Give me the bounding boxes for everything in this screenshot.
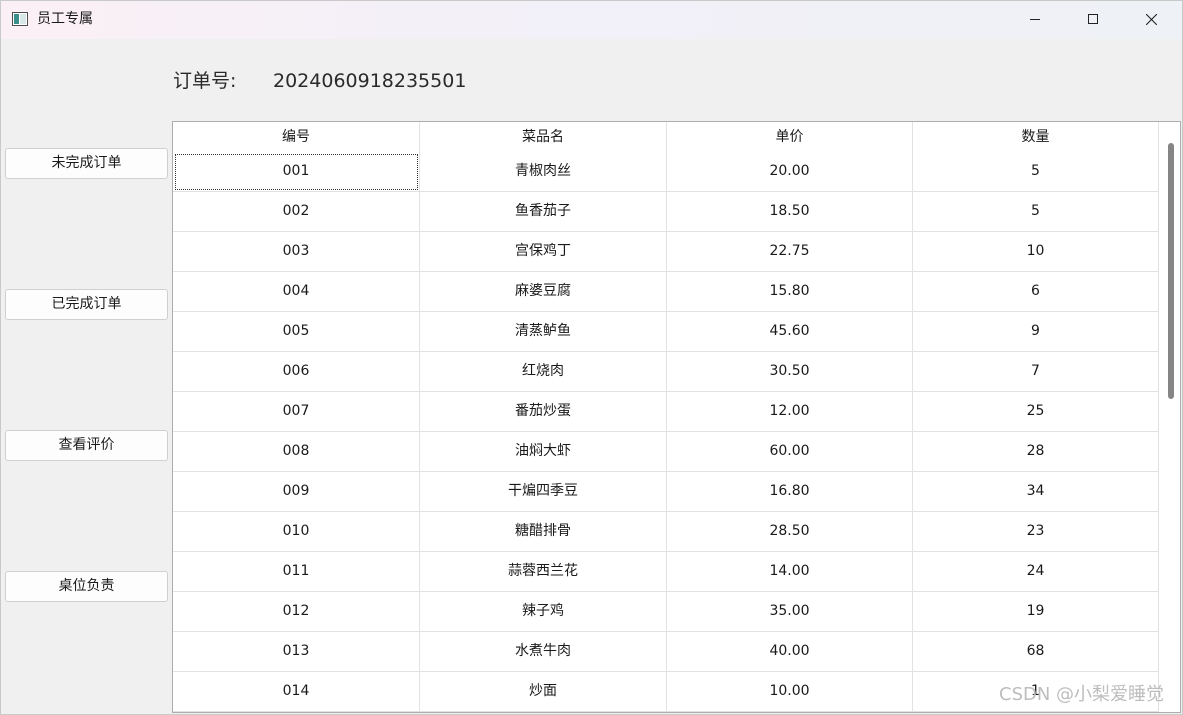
title-bar[interactable]: 员工专属 [1,1,1182,39]
minimize-button[interactable] [1006,1,1064,39]
column-header-id[interactable]: 编号 [173,122,420,152]
table-row[interactable]: 013 水煮牛肉 40.00 68 [173,632,1159,672]
cell-unit-price[interactable]: 16.80 [667,472,913,512]
cell-unit-price[interactable]: 14.00 [667,552,913,592]
order-items-table[interactable]: 编号 菜品名 单价 数量 001 青椒肉丝 20.00 5 002 鱼香茄子 18.50 5 0… [172,121,1181,713]
watermark: CSDN @小梨爱睡觉 [999,684,1165,705]
cell-quantity[interactable]: 68 [913,632,1159,672]
cell-id[interactable]: 005 [173,312,420,352]
cell-id[interactable]: 008 [173,432,420,472]
cell-id[interactable]: 007 [173,392,420,432]
cell-id[interactable]: 003 [173,232,420,272]
scrollbar-thumb[interactable] [1168,143,1174,399]
table-header: 编号 菜品名 单价 数量 [173,122,1159,152]
table-row[interactable]: 011 蒜蓉西兰花 14.00 24 [173,552,1159,592]
cell-quantity[interactable]: 34 [913,472,1159,512]
app-window: 员工专属 订单号: 2024060918235501 未完成订单 已完成订单 查… [0,0,1183,715]
cell-id[interactable]: 002 [173,192,420,232]
table-row[interactable]: 006 红烧肉 30.50 7 [173,352,1159,392]
table-row[interactable]: 003 宫保鸡丁 22.75 10 [173,232,1159,272]
cell-quantity[interactable]: 5 [913,152,1159,192]
cell-quantity[interactable]: 6 [913,272,1159,312]
cell-dish-name[interactable]: 炒面 [420,672,667,712]
cell-dish-name[interactable]: 青椒肉丝 [420,152,667,192]
order-number-label: 订单号: [173,70,237,92]
cell-id[interactable]: 001 [173,152,420,192]
cell-unit-price[interactable]: 12.00 [667,392,913,432]
cell-dish-name[interactable]: 干煸四季豆 [420,472,667,512]
table-assignment-button[interactable]: 桌位负责 [5,571,168,602]
cell-unit-price[interactable]: 35.00 [667,592,913,632]
column-header-quantity[interactable]: 数量 [913,122,1159,152]
cell-dish-name[interactable]: 麻婆豆腐 [420,272,667,312]
cell-unit-price[interactable]: 30.50 [667,352,913,392]
table-row[interactable]: 004 麻婆豆腐 15.80 6 [173,272,1159,312]
cell-id[interactable]: 012 [173,592,420,632]
cell-quantity[interactable]: 23 [913,512,1159,552]
table-row[interactable]: 001 青椒肉丝 20.00 5 [173,152,1159,192]
cell-id[interactable]: 006 [173,352,420,392]
cell-quantity[interactable]: 28 [913,432,1159,472]
table-row[interactable]: 008 油焖大虾 60.00 28 [173,432,1159,472]
table-row[interactable]: 007 番茄炒蛋 12.00 25 [173,392,1159,432]
cell-unit-price[interactable]: 15.80 [667,272,913,312]
table-row[interactable]: 002 鱼香茄子 18.50 5 [173,192,1159,232]
completed-orders-button[interactable]: 已完成订单 [5,289,168,320]
cell-unit-price[interactable]: 28.50 [667,512,913,552]
cell-unit-price[interactable]: 10.00 [667,672,913,712]
cell-unit-price[interactable]: 20.00 [667,152,913,192]
cell-id[interactable]: 010 [173,512,420,552]
cell-dish-name[interactable]: 宫保鸡丁 [420,232,667,272]
cell-quantity[interactable]: 10 [913,232,1159,272]
pending-orders-button[interactable]: 未完成订单 [5,148,168,179]
cell-dish-name[interactable]: 清蒸鲈鱼 [420,312,667,352]
cell-unit-price[interactable]: 22.75 [667,232,913,272]
cell-dish-name[interactable]: 番茄炒蛋 [420,392,667,432]
column-header-dish-name[interactable]: 菜品名 [420,122,667,152]
cell-dish-name[interactable]: 鱼香茄子 [420,192,667,232]
column-header-unit-price[interactable]: 单价 [667,122,913,152]
cell-dish-name[interactable]: 红烧肉 [420,352,667,392]
cell-id[interactable]: 004 [173,272,420,312]
cell-id[interactable]: 009 [173,472,420,512]
vertical-scrollbar[interactable] [1159,122,1180,712]
cell-dish-name[interactable]: 蒜蓉西兰花 [420,552,667,592]
cell-unit-price[interactable]: 18.50 [667,192,913,232]
cell-id[interactable]: 014 [173,672,420,712]
table-row[interactable]: 012 辣子鸡 35.00 19 [173,592,1159,632]
table-row[interactable]: 010 糖醋排骨 28.50 23 [173,512,1159,552]
order-number-value: 2024060918235501 [273,70,467,92]
view-reviews-button[interactable]: 查看评价 [5,430,168,461]
cell-dish-name[interactable]: 油焖大虾 [420,432,667,472]
window-title: 员工专属 [37,11,93,27]
cell-id[interactable]: 011 [173,552,420,592]
cell-quantity[interactable]: 25 [913,392,1159,432]
cell-unit-price[interactable]: 45.60 [667,312,913,352]
close-icon [1146,14,1157,25]
cell-dish-name[interactable]: 水煮牛肉 [420,632,667,672]
cell-quantity[interactable]: 9 [913,312,1159,352]
table-row[interactable]: 005 清蒸鲈鱼 45.60 9 [173,312,1159,352]
cell-id[interactable]: 013 [173,632,420,672]
cell-quantity[interactable]: 5 [913,192,1159,232]
cell-dish-name[interactable]: 辣子鸡 [420,592,667,632]
cell-dish-name[interactable]: 糖醋排骨 [420,512,667,552]
app-window-icon [12,12,28,26]
cell-quantity[interactable]: 7 [913,352,1159,392]
cell-quantity[interactable]: 19 [913,592,1159,632]
close-button[interactable] [1122,1,1180,39]
cell-unit-price[interactable]: 40.00 [667,632,913,672]
cell-unit-price[interactable]: 60.00 [667,432,913,472]
cell-quantity[interactable]: 24 [913,552,1159,592]
table-row[interactable]: 009 干煸四季豆 16.80 34 [173,472,1159,512]
maximize-button[interactable] [1064,1,1122,39]
